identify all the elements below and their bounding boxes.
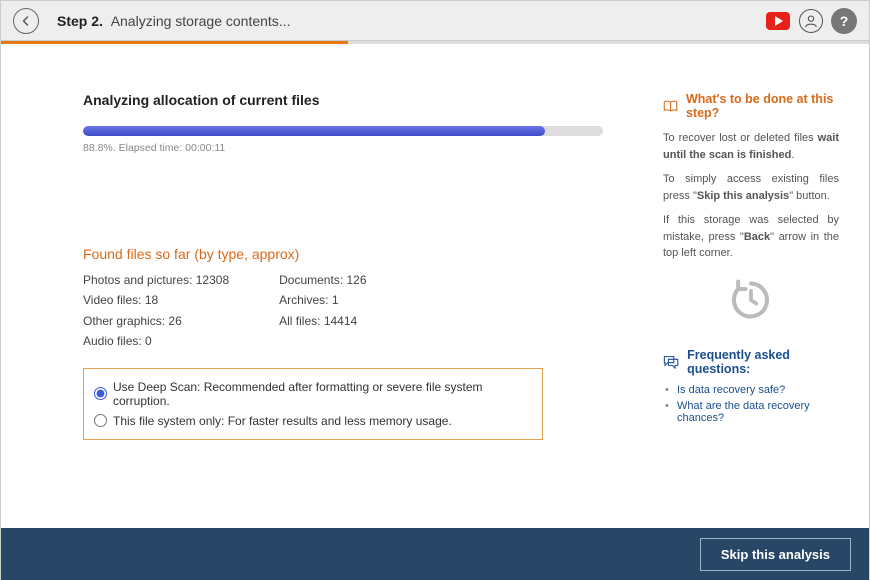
stat-row: Archives: 1 xyxy=(279,290,366,310)
radio-deep-scan[interactable]: Use Deep Scan: Recommended after formatt… xyxy=(94,377,532,411)
step-title: Step 2. Analyzing storage contents... xyxy=(57,13,290,29)
help-paragraph: To recover lost or deleted files wait un… xyxy=(663,130,839,163)
progress-bar-fill xyxy=(83,126,545,136)
skip-analysis-button[interactable]: Skip this analysis xyxy=(700,538,851,571)
youtube-icon xyxy=(766,12,790,30)
analysis-title: Analyzing allocation of current files xyxy=(83,92,603,108)
radio-deep-scan-input[interactable] xyxy=(94,387,107,400)
faq-link[interactable]: Is data recovery safe? xyxy=(677,384,839,396)
question-icon: ? xyxy=(840,13,849,29)
youtube-link[interactable] xyxy=(765,8,791,34)
stat-row: Other graphics: 26 xyxy=(83,311,229,331)
help-heading: What's to be done at this step? xyxy=(663,92,839,120)
stat-row: Video files: 18 xyxy=(83,290,229,310)
scan-mode-box: Use Deep Scan: Recommended after formatt… xyxy=(83,368,543,440)
back-button[interactable] xyxy=(13,8,39,34)
account-button[interactable] xyxy=(799,9,823,33)
faq-heading: Frequently asked questions: xyxy=(663,348,839,376)
radio-fs-only-input[interactable] xyxy=(94,414,107,427)
faq-list: Is data recovery safe? What are the data… xyxy=(663,384,839,424)
spinner xyxy=(663,278,839,322)
found-stats: Photos and pictures: 12308 Video files: … xyxy=(83,270,603,352)
help-paragraph: If this storage was selected by mistake,… xyxy=(663,212,839,262)
spinner-icon xyxy=(729,278,773,322)
faq-link[interactable]: What are the data recovery chances? xyxy=(677,400,839,424)
chat-icon xyxy=(663,355,679,369)
step-number: Step 2. xyxy=(57,13,103,29)
help-button[interactable]: ? xyxy=(831,8,857,34)
radio-fs-only[interactable]: This file system only: For faster result… xyxy=(94,411,532,431)
book-icon xyxy=(663,99,678,113)
progress-bar xyxy=(83,126,603,136)
stat-row: Audio files: 0 xyxy=(83,331,229,351)
footer-bar: Skip this analysis xyxy=(1,528,869,580)
found-title: Found files so far (by type, approx) xyxy=(83,246,603,262)
step-caption: Analyzing storage contents... xyxy=(111,13,291,29)
arrow-left-icon xyxy=(20,15,32,27)
stat-row: All files: 14414 xyxy=(279,311,366,331)
progress-subtext: 88.8%. Elapsed time: 00:00:11 xyxy=(83,142,603,154)
help-paragraph: To simply access existing files press "S… xyxy=(663,171,839,204)
stat-row: Photos and pictures: 12308 xyxy=(83,270,229,290)
wizard-progress-strip xyxy=(1,41,869,44)
user-icon xyxy=(804,14,818,28)
stat-row: Documents: 126 xyxy=(279,270,366,290)
header-bar: Step 2. Analyzing storage contents... ? xyxy=(1,1,869,41)
